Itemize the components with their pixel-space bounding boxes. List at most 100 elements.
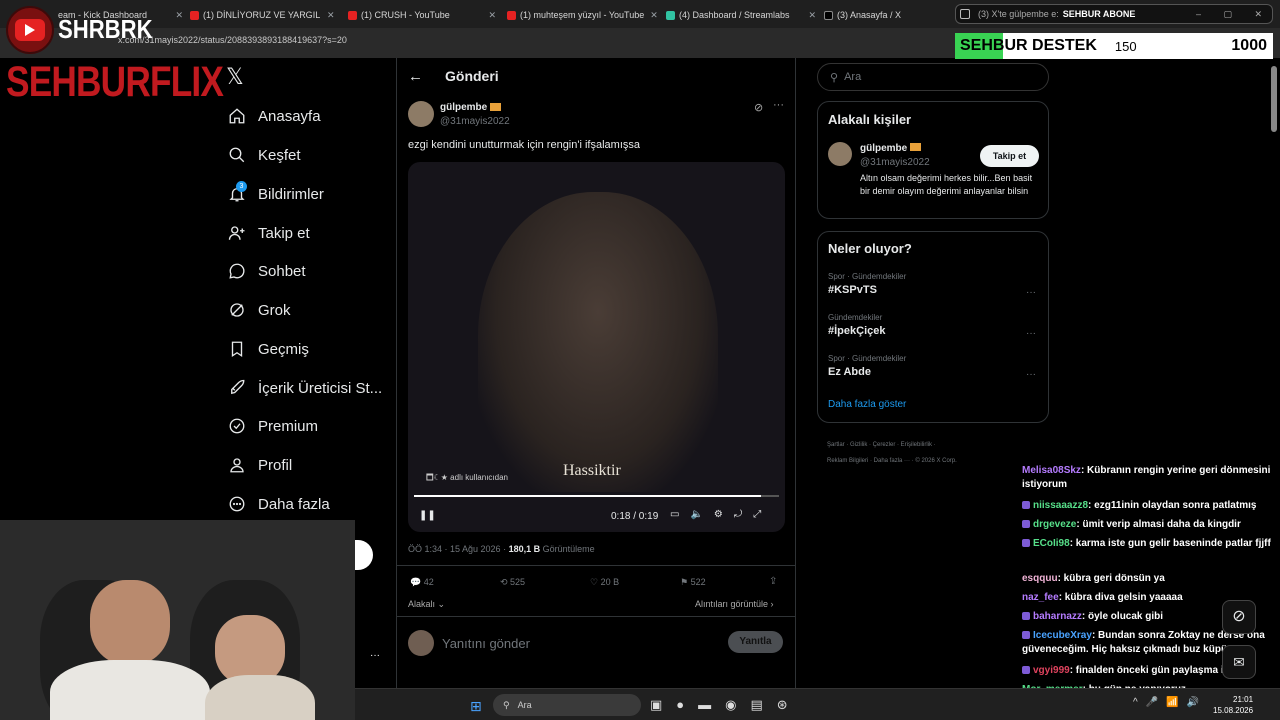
tab-close-icon[interactable]: ✕	[488, 10, 496, 21]
search-placeholder: Ara	[844, 71, 862, 83]
nav-home[interactable]: Anasayfa	[228, 101, 321, 131]
chat-username[interactable]: drgeveze	[1033, 519, 1076, 530]
author-name: gülpembe	[440, 102, 488, 113]
chat-message: drgeveze: ümit verip almasi daha da king…	[1022, 518, 1276, 532]
tab-youtube-2[interactable]: (1) CRUSH - YouTube ✕	[348, 4, 496, 26]
nav-notifications[interactable]: Bildirimler 3	[228, 179, 324, 209]
video-controls-icons[interactable]: ▭🔈⚙⤾⤢	[670, 509, 772, 520]
footer-line[interactable]: Reklam Bilgileri · Daha fazla ··· · © 20…	[827, 453, 957, 469]
youtube-icon	[348, 10, 357, 20]
show-more-link[interactable]: Daha fazla göster	[828, 399, 906, 410]
chat-username[interactable]: naz_fee	[1022, 592, 1059, 603]
nav-explore[interactable]: Keşfet	[228, 140, 301, 170]
footer-links[interactable]: Şartlar · Gizlilik · Çerezler · Erişileb…	[827, 437, 957, 469]
taskbar-apps[interactable]: ▣●▬◉▤⊛	[650, 697, 802, 713]
tab-close-icon[interactable]: ✕	[327, 10, 335, 21]
trends-card: Neler oluyor? Spor · Gündemdekiler #KSPvT…	[817, 231, 1049, 423]
chat-username[interactable]: baharnazz	[1033, 611, 1082, 622]
tab-youtube-1[interactable]: (1) DİNLİYORUZ VE YARGILIYOR ✕	[190, 4, 340, 26]
nav-grok[interactable]: Grok	[228, 295, 291, 325]
side-handle[interactable]	[355, 540, 373, 570]
messages-icon[interactable]: ✉	[1222, 645, 1256, 679]
grok-icon[interactable]: ⊘	[754, 101, 763, 114]
chat-username[interactable]: ECoIi98	[1033, 538, 1070, 549]
nav-more[interactable]: Daha fazla	[228, 489, 330, 519]
tab-x-home[interactable]: (3) Anasayfa / X	[824, 4, 946, 26]
nav-label: Sohbet	[258, 262, 306, 280]
author-name-row[interactable]: gülpembe	[440, 102, 502, 113]
chat-badge-icon	[1022, 666, 1030, 674]
channel-logo	[6, 6, 54, 54]
nav-bookmarks[interactable]: Geçmiş	[228, 334, 309, 364]
author-handle[interactable]: @31mayis2022	[440, 116, 510, 127]
trend-name: #İpekÇiçek	[828, 325, 886, 337]
scrollbar[interactable]	[1271, 66, 1277, 132]
person-name-row[interactable]: gülpembe	[860, 143, 922, 154]
reply-count: 42	[423, 577, 434, 587]
nav-creator-studio[interactable]: İçerik Üreticisi St...	[228, 373, 382, 403]
chat-message: ECoIi98: karma iste gun gelir baseninde …	[1022, 537, 1276, 551]
pause-icon[interactable]: ❚❚	[419, 510, 436, 521]
nav-profile[interactable]: Profil	[228, 450, 292, 480]
related-dropdown[interactable]: Alakalı ⌄	[408, 599, 445, 610]
share-icon[interactable]: ⇪	[769, 576, 777, 587]
chat-username[interactable]: niissaaazz8	[1033, 500, 1088, 511]
video-player[interactable]: Hassiktir 🗖☾★ adlı kullanıcıdan ❚❚ 0:18 …	[408, 162, 785, 532]
chat-badge-icon	[1022, 612, 1030, 620]
windows-start-icon[interactable]: ⊞	[470, 698, 482, 715]
reply-button[interactable]: Yanıtla	[728, 631, 783, 653]
video-scrubber[interactable]	[414, 495, 779, 497]
nav-premium[interactable]: Premium	[228, 411, 318, 441]
streamlabs-icon	[666, 10, 675, 20]
more-icon[interactable]: ···	[773, 99, 784, 111]
trend-category: Gündemdekiler	[828, 313, 883, 322]
person-handle: @31mayis2022	[860, 157, 930, 168]
person-bio: Altın olsam değerimi herkes bilir...Ben …	[860, 173, 1033, 196]
nav-follow[interactable]: Takip et	[228, 218, 310, 248]
chat-username[interactable]: Melisa08Skz	[1022, 465, 1081, 476]
clock[interactable]: 21:01 15.08.2026	[1213, 694, 1253, 716]
person-avatar[interactable]	[828, 142, 852, 166]
chat-badge-icon	[1022, 631, 1030, 639]
nav-label: Daha fazla	[258, 495, 330, 513]
search-input[interactable]: ⚲ Ara	[817, 63, 1049, 91]
taskbar-search[interactable]: ⚲ Ara	[493, 694, 641, 716]
tab-streamlabs[interactable]: (4) Dashboard / Streamlabs ✕	[666, 4, 816, 26]
tab-close-icon[interactable]: ✕	[808, 10, 816, 21]
x-logo-icon[interactable]: 𝕏	[226, 64, 244, 90]
nav-label: Premium	[258, 417, 319, 435]
author-avatar[interactable]	[408, 101, 434, 127]
tab-close-icon[interactable]: ✕	[175, 10, 183, 21]
back-arrow-icon[interactable]: ←	[408, 68, 423, 85]
tray-icons[interactable]: ^🎤📶🔊	[1133, 697, 1207, 708]
trend-more-icons[interactable]: ··· ··· ···	[1026, 272, 1036, 395]
nav-label: Keşfet	[258, 146, 301, 164]
grok-icon[interactable]: ⊘	[1222, 600, 1256, 634]
tab-close-icon[interactable]: ✕	[650, 10, 657, 21]
quotes-link[interactable]: Alıntıları görüntüle ›	[695, 599, 774, 609]
chat-username[interactable]: vgyi999	[1033, 665, 1070, 676]
bookmark-action[interactable]: ⚑ 522	[680, 577, 706, 588]
chat-username[interactable]: esqquu	[1022, 573, 1058, 584]
nav-label: Anasayfa	[258, 107, 321, 125]
channel-name: SHRBRK	[58, 14, 153, 44]
tab-label: (1) CRUSH - YouTube	[361, 10, 450, 20]
reply-action[interactable]: 💬 42	[410, 577, 434, 588]
trend-item[interactable]: Gündemdekiler #İpekÇiçek	[828, 313, 885, 337]
like-action[interactable]: ♡ 20 B	[590, 577, 619, 588]
chat-message: Melisa08Skz: Kübranın rengin yerine geri…	[1022, 464, 1276, 492]
follow-button[interactable]: Takip et	[980, 145, 1039, 167]
chat-username[interactable]: IcecubeXray	[1033, 630, 1092, 641]
more-icon[interactable]: ···	[370, 650, 380, 661]
nav-chat[interactable]: Sohbet	[228, 256, 306, 286]
trend-item[interactable]: Spor · Gündemdekiler #KSPvTS	[828, 272, 906, 296]
footer-line[interactable]: Şartlar · Gizlilik · Çerezler · Erişileb…	[827, 437, 957, 453]
reply-input[interactable]: Yanıtını gönder	[442, 636, 530, 651]
stream-abone-label: SEHBUR ABONE	[1062, 9, 1136, 19]
video-progress-fill	[414, 495, 761, 497]
repost-action[interactable]: ⟲ 525	[500, 577, 525, 588]
trend-item[interactable]: Spor · Gündemdekiler Ez Abde	[828, 354, 906, 378]
card-title: Alakalı kişiler	[828, 112, 912, 127]
tab-youtube-3[interactable]: (1) muhteşem yüzyıl - YouTube ✕	[507, 4, 657, 26]
clock-time: 21:01	[1233, 695, 1254, 704]
